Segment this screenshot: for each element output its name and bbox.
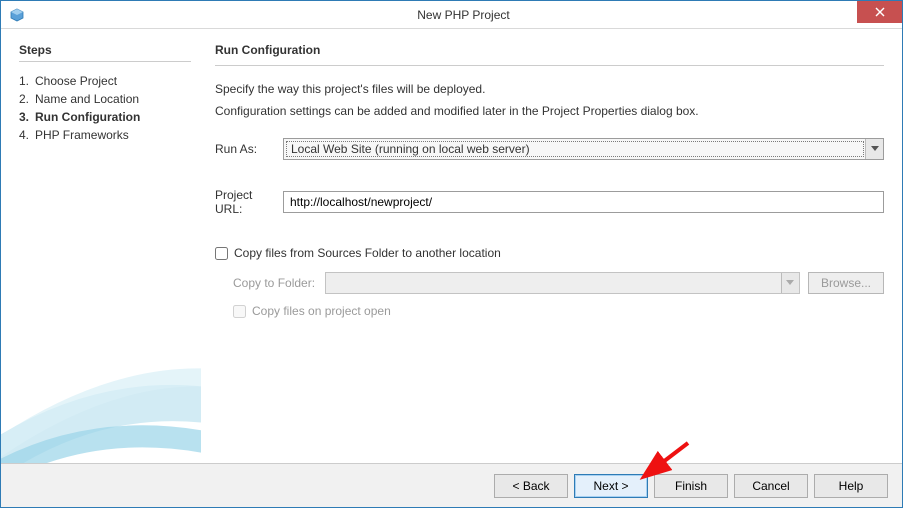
copy-files-checkbox-row: Copy files from Sources Folder to anothe… xyxy=(215,246,884,260)
form-area: Run As: Local Web Site (running on local… xyxy=(215,138,884,330)
browse-button: Browse... xyxy=(808,272,884,294)
window-title: New PHP Project xyxy=(25,8,902,22)
description-line1: Specify the way this project's files wil… xyxy=(215,82,884,96)
run-as-label: Run As: xyxy=(215,142,283,156)
chevron-down-icon xyxy=(781,273,799,293)
description-line2: Configuration settings can be added and … xyxy=(215,104,884,118)
copy-to-folder-label: Copy to Folder: xyxy=(233,276,325,290)
panel-heading: Run Configuration xyxy=(215,43,884,57)
step-name-location: 2.Name and Location xyxy=(19,90,191,108)
step-php-frameworks: 4.PHP Frameworks xyxy=(19,126,191,144)
decorative-swoosh xyxy=(1,293,201,463)
step-run-configuration: 3.Run Configuration xyxy=(19,108,191,126)
copy-on-open-label: Copy files on project open xyxy=(252,304,391,318)
main-panel: Run Configuration Specify the way this p… xyxy=(201,29,902,463)
copy-settings-group: Copy to Folder: Browse... Copy files on … xyxy=(233,266,884,330)
next-button[interactable]: Next > xyxy=(574,474,648,498)
chevron-down-icon[interactable] xyxy=(865,139,883,159)
project-url-input[interactable] xyxy=(283,191,884,213)
dialog-window: New PHP Project Steps 1.Choose Project 2… xyxy=(0,0,903,508)
step-choose-project: 1.Choose Project xyxy=(19,72,191,90)
copy-to-folder-value xyxy=(327,274,781,292)
copy-to-folder-combobox xyxy=(325,272,800,294)
project-url-label: Project URL: xyxy=(215,188,283,216)
finish-button[interactable]: Finish xyxy=(654,474,728,498)
steps-sidebar: Steps 1.Choose Project 2.Name and Locati… xyxy=(1,29,201,463)
copy-on-open-row: Copy files on project open xyxy=(233,304,884,318)
project-url-row: Project URL: xyxy=(215,188,884,216)
divider xyxy=(19,61,191,62)
dialog-body: Steps 1.Choose Project 2.Name and Locati… xyxy=(1,29,902,463)
steps-list: 1.Choose Project 2.Name and Location 3.R… xyxy=(19,72,191,144)
app-icon xyxy=(9,7,25,23)
cancel-button[interactable]: Cancel xyxy=(734,474,808,498)
run-as-combobox[interactable]: Local Web Site (running on local web ser… xyxy=(283,138,884,160)
copy-on-open-checkbox xyxy=(233,305,246,318)
divider xyxy=(215,65,884,66)
help-button[interactable]: Help xyxy=(814,474,888,498)
back-button[interactable]: < Back xyxy=(494,474,568,498)
steps-heading: Steps xyxy=(19,43,191,57)
run-as-row: Run As: Local Web Site (running on local… xyxy=(215,138,884,160)
button-bar: < Back Next > Finish Cancel Help xyxy=(1,463,902,507)
close-button[interactable] xyxy=(857,1,902,23)
titlebar: New PHP Project xyxy=(1,1,902,29)
copy-to-folder-row: Copy to Folder: Browse... xyxy=(233,272,884,294)
copy-files-checkbox[interactable] xyxy=(215,247,228,260)
copy-files-checkbox-label: Copy files from Sources Folder to anothe… xyxy=(234,246,501,260)
run-as-value: Local Web Site (running on local web ser… xyxy=(285,140,865,158)
